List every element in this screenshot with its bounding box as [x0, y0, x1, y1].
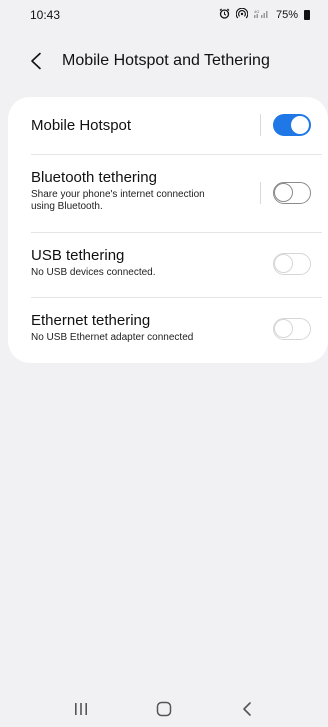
page-title: Mobile Hotspot and Tethering: [62, 52, 270, 69]
setting-title: Mobile Hotspot: [31, 117, 132, 134]
divider-vertical: [260, 114, 261, 136]
mobile-hotspot-toggle[interactable]: [273, 114, 311, 136]
svg-text:4G: 4G: [254, 9, 259, 14]
home-icon: [156, 701, 172, 716]
signal-icon: 4G: [253, 8, 270, 22]
status-time: 10:43: [30, 8, 61, 22]
status-icons: 4G 75%: [219, 7, 310, 22]
back-button[interactable]: [14, 44, 58, 78]
battery-icon: [304, 10, 310, 20]
setting-bluetooth-tethering[interactable]: Bluetooth tethering Share your phone's i…: [8, 155, 328, 231]
setting-ethernet-tethering[interactable]: Ethernet tethering No USB Ethernet adapt…: [8, 298, 328, 363]
setting-subtitle: using Bluetooth.: [31, 201, 103, 212]
setting-subtitle: Share your phone's internet connection: [31, 189, 205, 200]
bluetooth-tethering-toggle[interactable]: [273, 182, 311, 204]
chevron-left-icon: [31, 52, 41, 70]
setting-subtitle: No USB devices connected.: [31, 267, 156, 278]
status-bar: 10:43 4G 75%: [0, 0, 328, 30]
navigation-bar: [0, 690, 328, 727]
back-nav-button[interactable]: [227, 694, 267, 724]
setting-title: Ethernet tethering: [31, 312, 151, 329]
settings-card: Mobile Hotspot Bluetooth tethering Share…: [8, 97, 328, 363]
nav-back-icon: [242, 701, 251, 716]
hotspot-icon: [235, 7, 249, 22]
setting-title: Bluetooth tethering: [31, 169, 157, 186]
recents-icon: [75, 702, 88, 715]
recents-button[interactable]: [61, 694, 101, 724]
battery-percent: 75%: [275, 9, 298, 21]
setting-title: USB tethering: [31, 247, 125, 264]
ethernet-tethering-toggle[interactable]: [273, 318, 311, 340]
home-button[interactable]: [144, 694, 184, 724]
setting-subtitle: No USB Ethernet adapter connected: [31, 332, 194, 343]
setting-mobile-hotspot[interactable]: Mobile Hotspot: [8, 97, 328, 153]
divider-vertical: [260, 182, 261, 204]
alarm-icon: [219, 8, 230, 22]
usb-tethering-toggle[interactable]: [273, 253, 311, 275]
setting-usb-tethering[interactable]: USB tethering No USB devices connected.: [8, 233, 328, 297]
app-header: Mobile Hotspot and Tethering: [0, 44, 328, 78]
